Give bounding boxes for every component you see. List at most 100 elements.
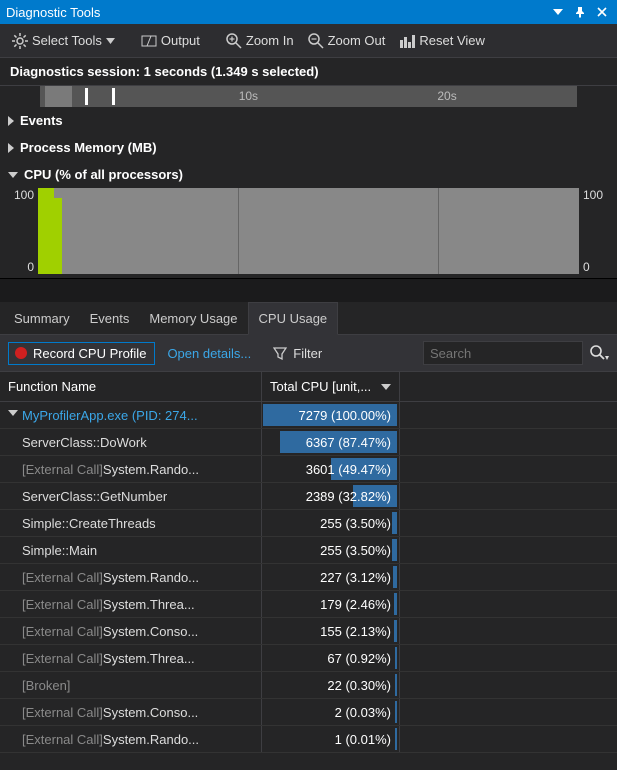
- cpu-bar-fill: [392, 512, 397, 534]
- events-section-header[interactable]: Events: [0, 107, 617, 134]
- function-name-cell: Simple::Main: [0, 537, 262, 563]
- table-row[interactable]: [External Call] System.Threa...179 (2.46…: [0, 591, 617, 618]
- record-icon: [15, 347, 27, 359]
- cpu-section-header[interactable]: CPU (% of all processors): [0, 161, 617, 188]
- external-call-prefix: [External Call]: [22, 462, 103, 477]
- total-cpu-cell: 22 (0.30%): [262, 672, 400, 698]
- external-call-prefix: [External Call]: [22, 705, 103, 720]
- cpu-bar-fill: [393, 566, 397, 588]
- collapse-icon[interactable]: [8, 410, 18, 420]
- function-name-text: MyProfilerApp.exe (PID: 274...: [22, 408, 198, 423]
- total-cpu-cell: 227 (3.12%): [262, 564, 400, 590]
- open-details-link[interactable]: Open details...: [167, 346, 251, 361]
- timeline-ruler[interactable]: 10s 20s: [0, 85, 617, 107]
- cpu-plot-area[interactable]: [38, 188, 579, 274]
- function-name-text: System.Conso...: [103, 705, 198, 720]
- function-name-cell: ServerClass::GetNumber: [0, 483, 262, 509]
- total-cpu-cell: 255 (3.50%): [262, 510, 400, 536]
- external-call-prefix: [Broken]: [22, 678, 70, 693]
- table-row[interactable]: MyProfilerApp.exe (PID: 274...7279 (100.…: [0, 402, 617, 429]
- gear-icon: [12, 33, 28, 49]
- zoom-out-label: Zoom Out: [328, 33, 386, 48]
- tab-summary[interactable]: Summary: [4, 303, 80, 334]
- y-axis-right: 100 0: [579, 188, 609, 274]
- memory-section-header[interactable]: Process Memory (MB): [0, 134, 617, 161]
- function-name-cell: MyProfilerApp.exe (PID: 274...: [0, 402, 262, 428]
- function-name-text: System.Threa...: [103, 651, 195, 666]
- function-name-cell: [Broken]: [0, 672, 262, 698]
- function-name-cell: [External Call] System.Rando...: [0, 726, 262, 752]
- search-icon[interactable]: [589, 344, 609, 362]
- function-name-cell: ServerClass::DoWork: [0, 429, 262, 455]
- cpu-bar-fill: [395, 728, 397, 750]
- table-row[interactable]: [External Call] System.Conso...155 (2.13…: [0, 618, 617, 645]
- total-cpu-text: 227 (3.12%): [320, 570, 391, 585]
- table-row[interactable]: ServerClass::DoWork6367 (87.47%): [0, 429, 617, 456]
- cpu-bar-fill: [392, 539, 397, 561]
- function-name-cell: [External Call] System.Conso...: [0, 618, 262, 644]
- function-name-text: System.Rando...: [103, 462, 199, 477]
- function-name-cell: [External Call] System.Conso...: [0, 699, 262, 725]
- memory-title: Process Memory (MB): [20, 140, 157, 155]
- window-options-icon[interactable]: [549, 3, 567, 21]
- reset-view-label: Reset View: [419, 33, 485, 48]
- total-cpu-cell: 67 (0.92%): [262, 645, 400, 671]
- filter-button[interactable]: Filter: [273, 346, 322, 361]
- search-input[interactable]: [423, 341, 583, 365]
- total-cpu-text: 255 (3.50%): [320, 543, 391, 558]
- toolbar: Select Tools Output Zoom In Zoom Out Res…: [0, 24, 617, 58]
- function-name-text: System.Rando...: [103, 732, 199, 747]
- total-cpu-text: 3601 (49.47%): [306, 462, 391, 477]
- cpu-title: CPU (% of all processors): [24, 167, 183, 182]
- table-row[interactable]: [External Call] System.Rando... 3601 (49.…: [0, 456, 617, 483]
- column-function-name[interactable]: Function Name: [0, 372, 262, 401]
- table-row[interactable]: [External Call] System.Rando...1 (0.01%): [0, 726, 617, 753]
- total-cpu-cell: 2389 (32.82%): [262, 483, 400, 509]
- function-name-text: System.Conso...: [103, 624, 198, 639]
- window-title: Diagnostic Tools: [6, 5, 545, 20]
- sort-descending-icon: [381, 384, 391, 390]
- zoom-out-button[interactable]: Zoom Out: [302, 29, 392, 53]
- filter-label: Filter: [293, 346, 322, 361]
- output-button[interactable]: Output: [135, 29, 206, 53]
- record-cpu-profile-button[interactable]: Record CPU Profile: [8, 342, 155, 365]
- cpu-chart: 100 0 100 0: [0, 188, 617, 278]
- table-row[interactable]: [Broken] 22 (0.30%): [0, 672, 617, 699]
- ytick: 100: [583, 188, 603, 202]
- reset-view-icon: [399, 33, 415, 49]
- total-cpu-cell: 6367 (87.47%): [262, 429, 400, 455]
- cpu-bar-fill: [394, 593, 397, 615]
- tab-cpu-usage[interactable]: CPU Usage: [248, 302, 339, 335]
- cpu-bar-fill: [395, 674, 397, 696]
- selection-start-handle[interactable]: [85, 88, 88, 105]
- select-tools-button[interactable]: Select Tools: [6, 29, 121, 53]
- function-name-cell: [External Call] System.Threa...: [0, 645, 262, 671]
- table-row[interactable]: [External Call] System.Threa...67 (0.92%…: [0, 645, 617, 672]
- function-name-text: Simple::Main: [22, 543, 97, 558]
- collapse-icon: [8, 172, 18, 178]
- tab-memory-usage[interactable]: Memory Usage: [139, 303, 247, 334]
- cpu-spike: [38, 188, 62, 274]
- tab-events[interactable]: Events: [80, 303, 140, 334]
- total-cpu-text: 2 (0.03%): [335, 705, 391, 720]
- table-row[interactable]: Simple::CreateThreads 255 (3.50%): [0, 510, 617, 537]
- output-label: Output: [161, 33, 200, 48]
- reset-view-button[interactable]: Reset View: [393, 29, 491, 53]
- table-row[interactable]: [External Call] System.Conso... 2 (0.03%): [0, 699, 617, 726]
- column-total-cpu[interactable]: Total CPU [unit,...: [262, 372, 400, 401]
- cpu-bar-fill: [395, 647, 397, 669]
- table-row[interactable]: [External Call] System.Rando...227 (3.12…: [0, 564, 617, 591]
- zoom-out-icon: [308, 33, 324, 49]
- pin-icon[interactable]: [571, 3, 589, 21]
- expand-icon: [8, 116, 14, 126]
- zoom-in-button[interactable]: Zoom In: [220, 29, 300, 53]
- select-tools-label: Select Tools: [32, 33, 102, 48]
- ytick: 0: [27, 260, 34, 274]
- function-name-text: Simple::CreateThreads: [22, 516, 156, 531]
- table-row[interactable]: Simple::Main 255 (3.50%): [0, 537, 617, 564]
- external-call-prefix: [External Call]: [22, 624, 103, 639]
- title-bar: Diagnostic Tools: [0, 0, 617, 24]
- table-row[interactable]: ServerClass::GetNumber2389 (32.82%): [0, 483, 617, 510]
- close-icon[interactable]: [593, 3, 611, 21]
- selection-end-handle[interactable]: [112, 88, 115, 105]
